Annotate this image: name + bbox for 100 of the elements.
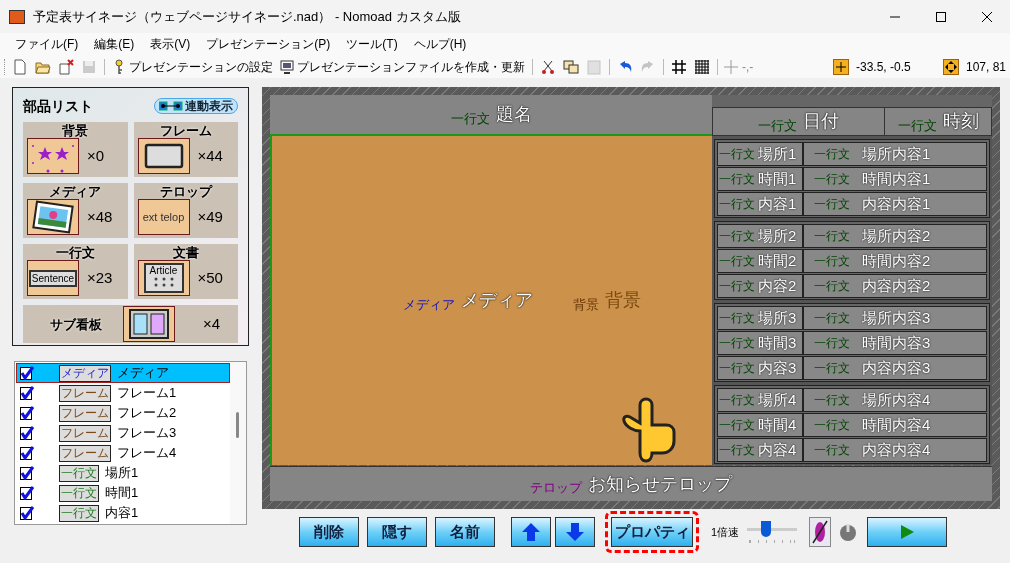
rename-button[interactable]: 名前	[435, 517, 495, 547]
label-element[interactable]: 一行文 時間1	[717, 167, 803, 191]
content-element[interactable]: 一行文 時間内容4	[803, 413, 987, 437]
type-label: 一行文	[719, 171, 755, 188]
type-label: 一行文	[814, 228, 850, 245]
part-card[interactable]: サブ看板 ×4	[23, 305, 238, 343]
content-element[interactable]: 一行文 場所内容3	[803, 306, 987, 330]
speed-slider[interactable]	[747, 520, 798, 544]
label-element[interactable]: 一行文 場所1	[717, 142, 803, 166]
part-card[interactable]: 背景 ×0	[23, 122, 128, 177]
content-element[interactable]: 一行文 時間内容2	[803, 249, 987, 273]
part-card[interactable]: テロップ ext telop ×49	[133, 183, 238, 238]
label-element[interactable]: 一行文 内容3	[717, 356, 803, 380]
type-label: 一行文	[719, 146, 755, 163]
telop-element[interactable]: テロップ お知らせテロップ	[270, 466, 992, 501]
mute-button[interactable]	[809, 517, 832, 547]
type-tag: 一行文	[59, 464, 99, 482]
part-card[interactable]: 一行文 Sentence ×23	[23, 244, 128, 299]
label-element[interactable]: 一行文 場所2	[717, 224, 803, 248]
layer-row[interactable]: メディア メディア	[16, 363, 230, 383]
type-label: 一行文	[758, 116, 797, 135]
part-card[interactable]: メディア ×48	[23, 183, 128, 238]
label-element[interactable]: 一行文 場所3	[717, 306, 803, 330]
label-element[interactable]: 一行文 内容1	[717, 192, 803, 216]
menu-item[interactable]: ファイル(F)	[8, 35, 86, 53]
menu-item[interactable]: 表示(V)	[143, 35, 198, 53]
menu-item[interactable]: ヘルプ(H)	[406, 35, 474, 53]
content-element[interactable]: 一行文 内容内容1	[803, 192, 987, 216]
move-down-button[interactable]	[555, 517, 595, 547]
visibility-checkbox[interactable]	[20, 446, 34, 460]
menu-item[interactable]: ツール(T)	[339, 35, 405, 53]
play-button[interactable]	[867, 517, 948, 547]
content-element[interactable]: 一行文 場所内容2	[803, 224, 987, 248]
content-element[interactable]: 一行文 時間内容3	[803, 331, 987, 355]
element-text: 内容内容4	[862, 439, 931, 460]
size-readout: 107, 81	[966, 58, 1007, 76]
layer-row[interactable]: フレーム フレーム1	[16, 383, 230, 403]
layer-row[interactable]: フレーム フレーム3	[16, 423, 230, 443]
build-button[interactable]: プレゼンテーションファイルを作成・更新	[278, 57, 527, 76]
visibility-checkbox[interactable]	[20, 386, 34, 400]
type-label: 一行文	[814, 360, 850, 377]
visibility-checkbox[interactable]	[20, 466, 34, 480]
close-file-icon[interactable]	[56, 56, 76, 77]
type-label: 一行文	[719, 392, 755, 409]
visibility-checkbox[interactable]	[20, 506, 34, 520]
settings-button[interactable]: プレゼンテーションの設定	[110, 57, 275, 76]
delete-button[interactable]: 削除	[299, 517, 359, 547]
content-element[interactable]: 一行文 内容内容2	[803, 274, 987, 298]
layer-row[interactable]: フレーム フレーム2	[16, 403, 230, 423]
properties-button[interactable]: プロパティ	[611, 517, 693, 547]
slider-thumb[interactable]	[761, 521, 772, 537]
label-element[interactable]: 一行文 内容2	[717, 274, 803, 298]
content-element[interactable]: 一行文 内容内容4	[803, 438, 987, 462]
frame-group[interactable]: 一行文 場所1 一行文 場所内容1 一行文 時間1 一行文 時間内容1 一行文 内容1 一行文 内容内容1	[714, 139, 990, 218]
element-text: 内容4	[758, 439, 797, 460]
visibility-checkbox[interactable]	[20, 406, 34, 420]
frame-group[interactable]: 一行文 場所2 一行文 場所内容2 一行文 時間2 一行文 時間内容2 一行文 内容2 一行文 内容内容2	[714, 221, 990, 300]
element-text: 内容2	[758, 275, 797, 296]
layer-row[interactable]: フレーム フレーム4	[16, 443, 230, 463]
type-label: 一行文	[719, 360, 755, 377]
label-element[interactable]: 一行文 時間4	[717, 413, 803, 437]
content-element[interactable]: 一行文 時間内容1	[803, 167, 987, 191]
part-card[interactable]: フレーム ×44	[133, 122, 238, 177]
layer-row[interactable]: 一行文 内容1	[16, 503, 230, 523]
layer-row[interactable]: 一行文 場所1	[16, 463, 230, 483]
menu-item[interactable]: プレゼンテーション(P)	[199, 35, 338, 53]
date-element[interactable]: 一行文 日付	[713, 108, 885, 135]
visibility-checkbox[interactable]	[20, 366, 34, 380]
label-element[interactable]: 一行文 時間3	[717, 331, 803, 355]
element-text: 時刻	[942, 110, 979, 133]
layer-row[interactable]: 一行文 時間1	[16, 483, 230, 503]
part-label: 一行文	[55, 245, 95, 260]
part-label: 文書	[172, 245, 199, 260]
layer-name: 時間1	[105, 484, 139, 503]
part-card[interactable]: 文書 Article ×50	[133, 244, 238, 299]
element-text: 時間内容4	[862, 414, 931, 435]
label-element[interactable]: 一行文 場所4	[717, 388, 803, 412]
type-label: 一行文	[719, 253, 755, 270]
move-up-button[interactable]	[511, 517, 551, 547]
visibility-checkbox[interactable]	[20, 426, 34, 440]
time-element[interactable]: 一行文 時刻	[885, 108, 991, 135]
frame-group[interactable]: 一行文 場所3 一行文 場所内容3 一行文 時間3 一行文 時間内容3 一行文 内容3 一行文 内容内容3	[714, 303, 990, 382]
type-label: 一行文	[814, 335, 850, 352]
pointing-hand-icon	[620, 397, 676, 463]
layer-name: 場所1	[105, 464, 139, 483]
label-element[interactable]: 一行文 時間2	[717, 249, 803, 273]
media-element[interactable]: メディア メディア 背景 背景	[270, 136, 712, 466]
title-element[interactable]: 一行文 題名	[270, 95, 712, 136]
link-toggle[interactable]: 連動表示	[154, 98, 238, 114]
frame-group[interactable]: 一行文 場所4 一行文 場所内容4 一行文 時間4 一行文 時間内容4 一行文 内容4 一行文 内容内容4	[714, 385, 990, 464]
type-tag: 一行文	[59, 484, 99, 502]
content-element[interactable]: 一行文 内容内容3	[803, 356, 987, 380]
content-element[interactable]: 一行文 場所内容4	[803, 388, 987, 412]
hide-button[interactable]: 隠す	[367, 517, 427, 547]
visibility-checkbox[interactable]	[20, 486, 34, 500]
content-element[interactable]: 一行文 場所内容1	[803, 142, 987, 166]
menu-item[interactable]: 編集(E)	[87, 35, 142, 53]
label-element[interactable]: 一行文 内容4	[717, 438, 803, 462]
scrollbar[interactable]	[230, 362, 246, 524]
part-count: ×0	[87, 145, 105, 166]
